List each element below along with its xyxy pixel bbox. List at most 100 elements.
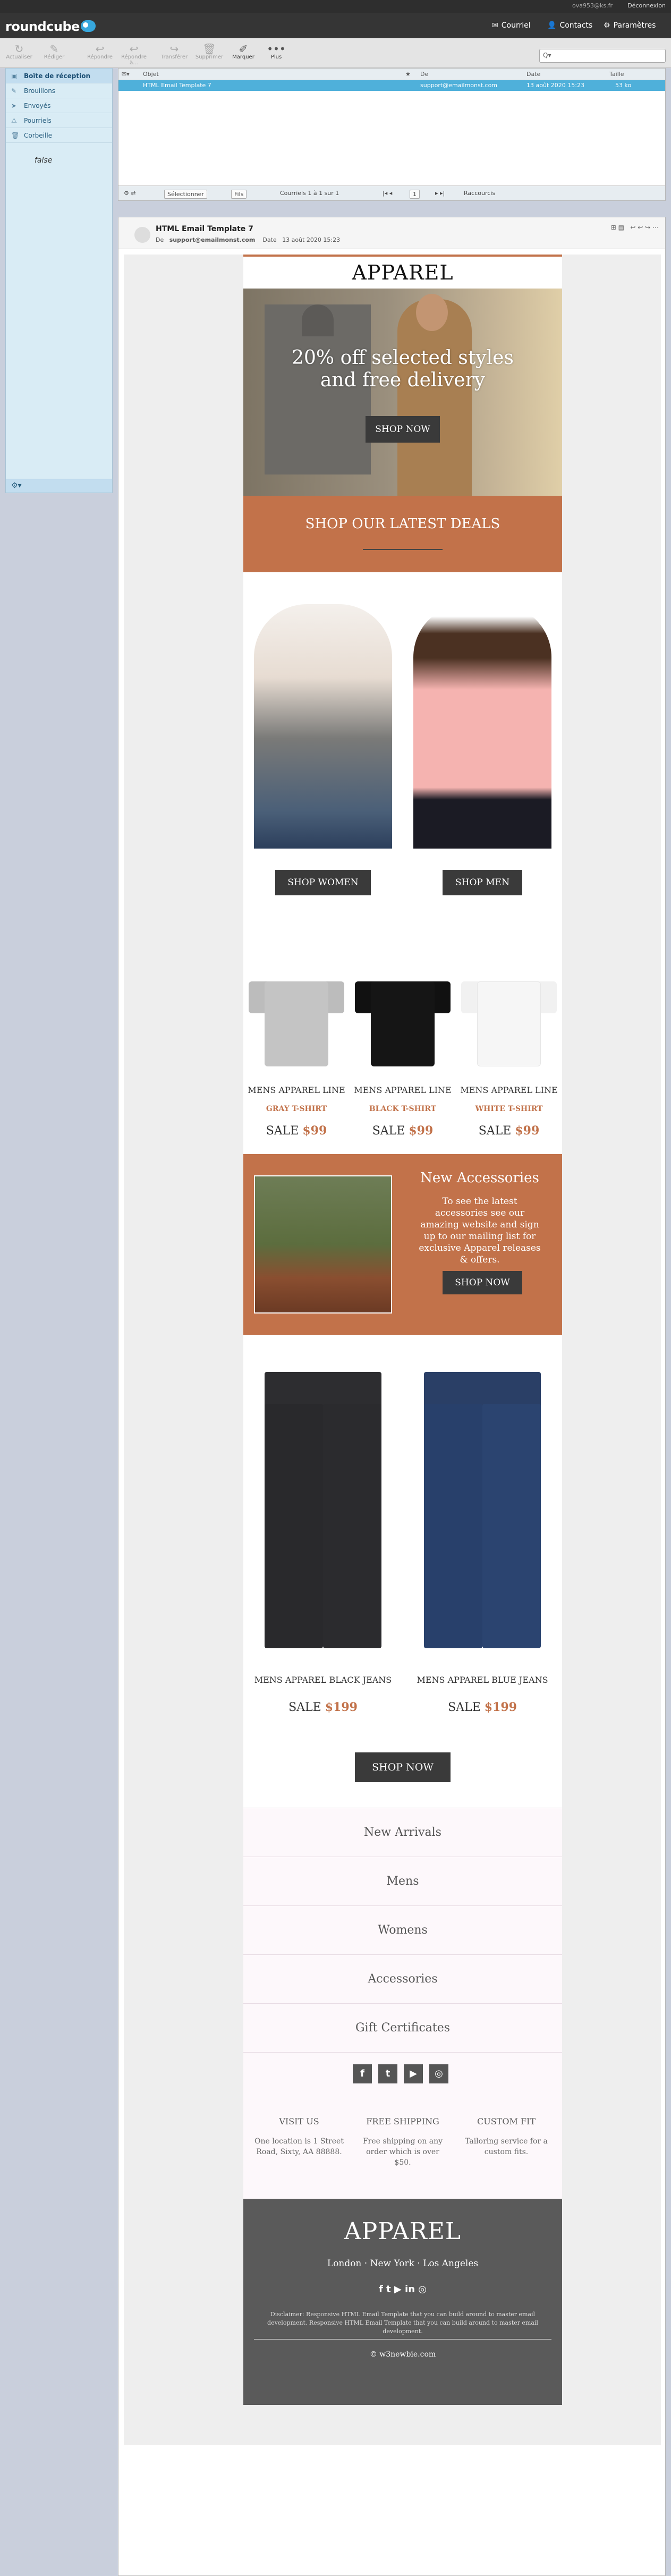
facebook-icon[interactable]: f [353, 2064, 372, 2083]
nav-mail[interactable]: ✉ Courriel [492, 21, 531, 30]
top-bar: ova953@ks.fr Déconnexion [0, 0, 671, 13]
quota-display: false [35, 156, 53, 165]
product-price: SALE $99 [478, 1124, 540, 1138]
link-gift-certificates[interactable]: Gift Certificates [243, 2004, 562, 2053]
col-date[interactable]: Date [526, 71, 540, 78]
gear-icon[interactable]: ⚙▾ [11, 481, 22, 490]
col-size[interactable]: Taille [609, 71, 624, 78]
avatar [134, 227, 150, 243]
refresh-button[interactable]: ↻ Actualiser [3, 43, 35, 60]
message-body: APPAREL 20% off selected styles and free… [124, 255, 661, 2445]
twitter-icon[interactable]: t [378, 2064, 397, 2083]
app-header: roundcube ✉ Courriel 👤 Contacts ⚙ Paramètre… [0, 13, 671, 38]
shop-women-button[interactable]: SHOP WOMEN [275, 870, 371, 895]
instagram-icon[interactable]: ◎ [429, 2064, 448, 2083]
junk-icon: ⚠ [11, 117, 17, 124]
folder-junk[interactable]: ⚠ Pourriels [6, 113, 112, 128]
shop-men-button[interactable]: SHOP MEN [443, 870, 522, 895]
link-accessories[interactable]: Accessories [243, 1955, 562, 2004]
product-color: GRAY T-SHIRT [266, 1105, 327, 1113]
white-tshirt-image[interactable] [461, 965, 557, 1066]
product-color: BLACK T-SHIRT [369, 1105, 437, 1113]
cloud-logo-icon [80, 20, 96, 32]
accessories-image[interactable] [254, 1175, 392, 1314]
threads-button[interactable]: Fils [231, 190, 247, 199]
more-icon: ••• [267, 43, 286, 55]
feature-custom-fit: CUSTOM FIT Tailoring service for a custo… [465, 2116, 548, 2156]
sender-address[interactable]: support@emailmonst.com [169, 236, 256, 243]
women-model-image[interactable] [254, 604, 392, 849]
message-date: 13 août 2020 15:23 [282, 236, 341, 243]
gear-icon: ⚙ [604, 21, 610, 30]
blue-jeans-image[interactable] [413, 1372, 551, 1648]
col-subject[interactable]: Objet [143, 71, 159, 78]
page-input[interactable]: 1 [410, 190, 420, 199]
email-brand: APPAREL [243, 255, 562, 289]
thread-toggle-icon[interactable]: ✉▾ [122, 71, 130, 78]
product-name: MENS APPAREL LINE [354, 1085, 452, 1095]
row-from: support@emailmonst.com [420, 82, 498, 89]
youtube-icon[interactable]: ▶ [404, 2064, 423, 2083]
shortcuts-label: Raccourcis [464, 190, 496, 197]
table-row[interactable]: HTML Email Template 7 support@emailmonst… [118, 80, 665, 91]
black-jeans-image[interactable] [254, 1372, 392, 1648]
logout-link[interactable]: Déconnexion [627, 2, 666, 9]
jeans-shop-now-button[interactable]: SHOP NOW [355, 1752, 451, 1782]
nav-contacts[interactable]: 👤 Contacts [547, 21, 592, 30]
accessories-text: To see the latest accessories see our am… [419, 1196, 541, 1265]
reply-all-button[interactable]: ↩ Répondre à... [118, 43, 150, 66]
footer-cities: London · New York · Los Angeles [327, 2258, 479, 2269]
mark-button[interactable]: ✐ Marquer [227, 43, 259, 60]
accessories-section: New Accessories To see the latest access… [243, 1154, 562, 1335]
deals-title: SHOP OUR LATEST DEALS [305, 516, 500, 532]
forward-button[interactable]: ↪ Transférer [158, 43, 190, 60]
refresh-icon: ↻ [14, 43, 24, 55]
reply-button[interactable]: ↩ Répondre [84, 43, 116, 60]
compose-button[interactable]: ✎ Rédiger [38, 43, 70, 60]
toolbar: ↻ Actualiser ✎ Rédiger ↩ Répondre ↩ Répondre… [0, 38, 671, 68]
inbox-icon: ▣ [11, 72, 18, 80]
folder-inbox[interactable]: ▣ Boîte de réception [6, 69, 112, 83]
email-footer: APPAREL London · New York · Los Angeles … [243, 2199, 562, 2365]
footer-social-icons[interactable]: f t ▶ in ◎ [243, 2284, 562, 2295]
link-mens[interactable]: Mens [243, 1857, 562, 1906]
hero-shop-now-button[interactable]: SHOP NOW [366, 416, 440, 443]
reply-all-icon: ↩ [129, 43, 139, 55]
col-from[interactable]: De [420, 71, 428, 78]
jeans-section: MENS APPAREL BLACK JEANS MENS APPAREL BL… [243, 1335, 562, 1808]
list-header: ✉▾ Objet ★ De Date Taille [118, 69, 665, 80]
delete-button[interactable]: 🗑 Supprimer [193, 43, 225, 60]
product-price: SALE $199 [288, 1700, 358, 1714]
footer-copyright[interactable]: © w3newbie.com [243, 2350, 562, 2359]
compose-icon: ✎ [49, 43, 59, 55]
trash-icon: 🗑 [11, 132, 20, 139]
select-button[interactable]: Sélectionner [164, 190, 207, 199]
folder-options[interactable]: ⚙▾ [6, 479, 112, 493]
search-input[interactable]: Q▾ [539, 49, 666, 63]
flag-col-icon: ★ [405, 71, 411, 78]
black-tshirt-image[interactable] [355, 965, 451, 1066]
app-logo[interactable]: roundcube [5, 19, 96, 34]
product-name: MENS APPAREL LINE [248, 1085, 345, 1095]
folder-drafts[interactable]: ✎ Brouillons [6, 83, 112, 98]
nav-settings[interactable]: ⚙ Paramètres [604, 21, 656, 30]
accessories-shop-now-button[interactable]: SHOP NOW [443, 1271, 522, 1294]
tshirt-section: MENS APPAREL LINE MENS APPAREL LINE MENS… [243, 965, 562, 1154]
link-new-arrivals[interactable]: New Arrivals [243, 1808, 562, 1857]
footer-brand: APPAREL [344, 2218, 462, 2245]
pager-prev-icon[interactable]: |◂ ◂ [383, 190, 392, 197]
pager-next-icon[interactable]: ▸ ▸| [435, 190, 445, 197]
men-model-image[interactable] [413, 604, 551, 849]
folder-sent[interactable]: ➤ Envoyés [6, 98, 112, 113]
link-womens[interactable]: Womens [243, 1906, 562, 1955]
deals-band: SHOP OUR LATEST DEALS [243, 496, 562, 572]
footer-disclaimer: Disclaimer: Responsive HTML Email Templa… [267, 2311, 538, 2335]
options-icon[interactable]: ⚙ ⇄ [124, 190, 136, 197]
more-button[interactable]: ••• Plus [260, 43, 292, 60]
product-name: MENS APPAREL BLACK JEANS [254, 1675, 392, 1685]
hero-text: 20% off selected styles and free deliver… [292, 347, 514, 391]
message-actions[interactable]: ⊞ ▤ ↩ ↩ ↪ ⋯ [611, 224, 659, 231]
gray-tshirt-image[interactable] [249, 965, 344, 1066]
folder-trash[interactable]: 🗑 Corbeille [6, 128, 112, 143]
row-subject: HTML Email Template 7 [143, 82, 211, 89]
